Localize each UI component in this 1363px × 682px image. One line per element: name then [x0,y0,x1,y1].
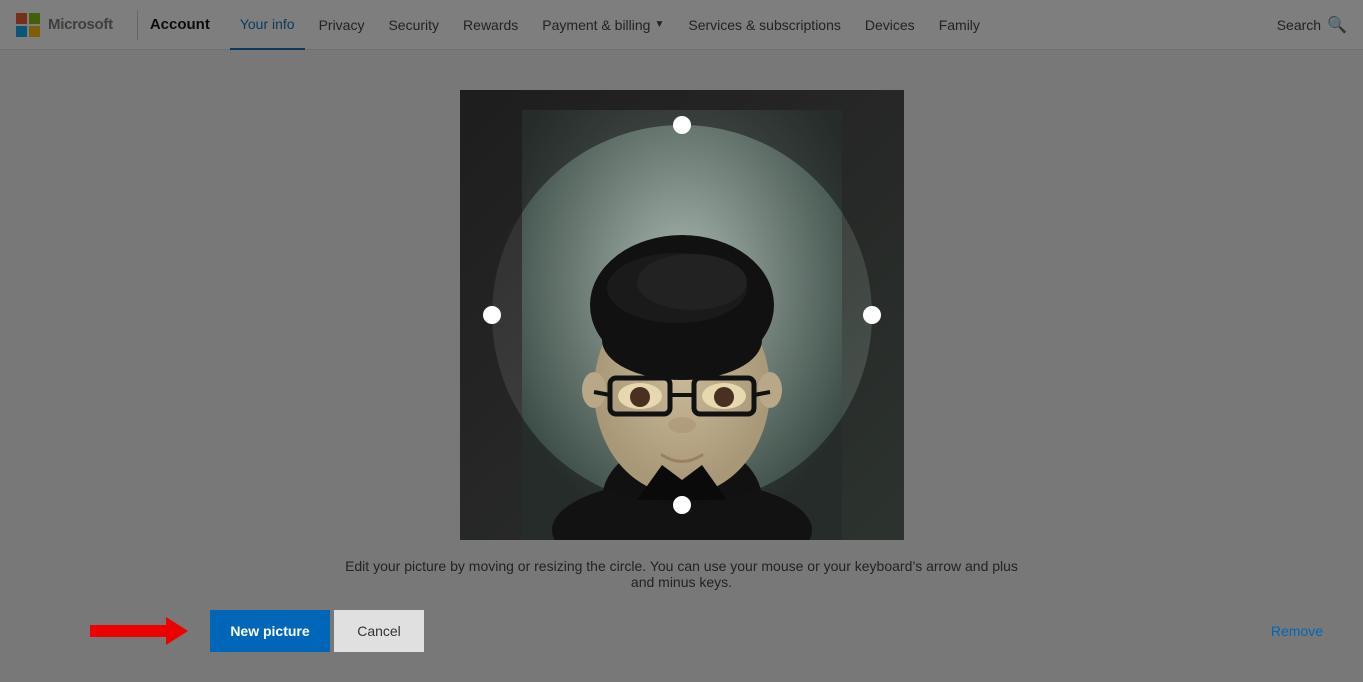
nav-item-rewards[interactable]: Rewards [453,0,528,50]
search-icon: 🔍 [1327,15,1347,35]
action-bar: New picture Cancel Remove [20,610,1343,652]
ms-logo-icon [16,13,40,37]
chevron-down-icon: ▼ [654,19,664,30]
nav-item-payment-billing[interactable]: Payment & billing ▼ [532,0,674,50]
nav-item-your-info[interactable]: Your info [230,0,305,50]
search-label: Search [1277,17,1321,33]
account-home-link[interactable]: Account [150,16,210,33]
microsoft-wordmark: Microsoft [48,16,113,33]
main-content: Edit your picture by moving or resizing … [0,50,1363,682]
new-picture-button[interactable]: New picture [210,610,330,652]
nav-item-family[interactable]: Family [929,0,990,50]
arrow-indicator [90,625,170,637]
remove-button[interactable]: Remove [1271,623,1343,639]
main-nav: Your info Privacy Security Rewards Payme… [230,0,1277,50]
nav-item-security[interactable]: Security [378,0,449,50]
crop-handle-bottom[interactable] [673,496,691,514]
person-portrait [522,110,842,540]
site-header: Microsoft Account Your info Privacy Secu… [0,0,1363,50]
nav-item-privacy[interactable]: Privacy [309,0,375,50]
instruction-text: Edit your picture by moving or resizing … [332,558,1032,590]
header-divider [137,10,138,40]
image-crop-container[interactable] [460,90,904,540]
nav-item-services-subscriptions[interactable]: Services & subscriptions [678,0,851,50]
crop-handle-top[interactable] [673,116,691,134]
crop-handle-right[interactable] [863,306,881,324]
cancel-button[interactable]: Cancel [334,610,424,652]
microsoft-logo[interactable]: Microsoft [16,13,113,37]
arrow-body [90,625,170,637]
search-area[interactable]: Search 🔍 [1277,15,1347,35]
nav-item-devices[interactable]: Devices [855,0,925,50]
crop-handle-left[interactable] [483,306,501,324]
